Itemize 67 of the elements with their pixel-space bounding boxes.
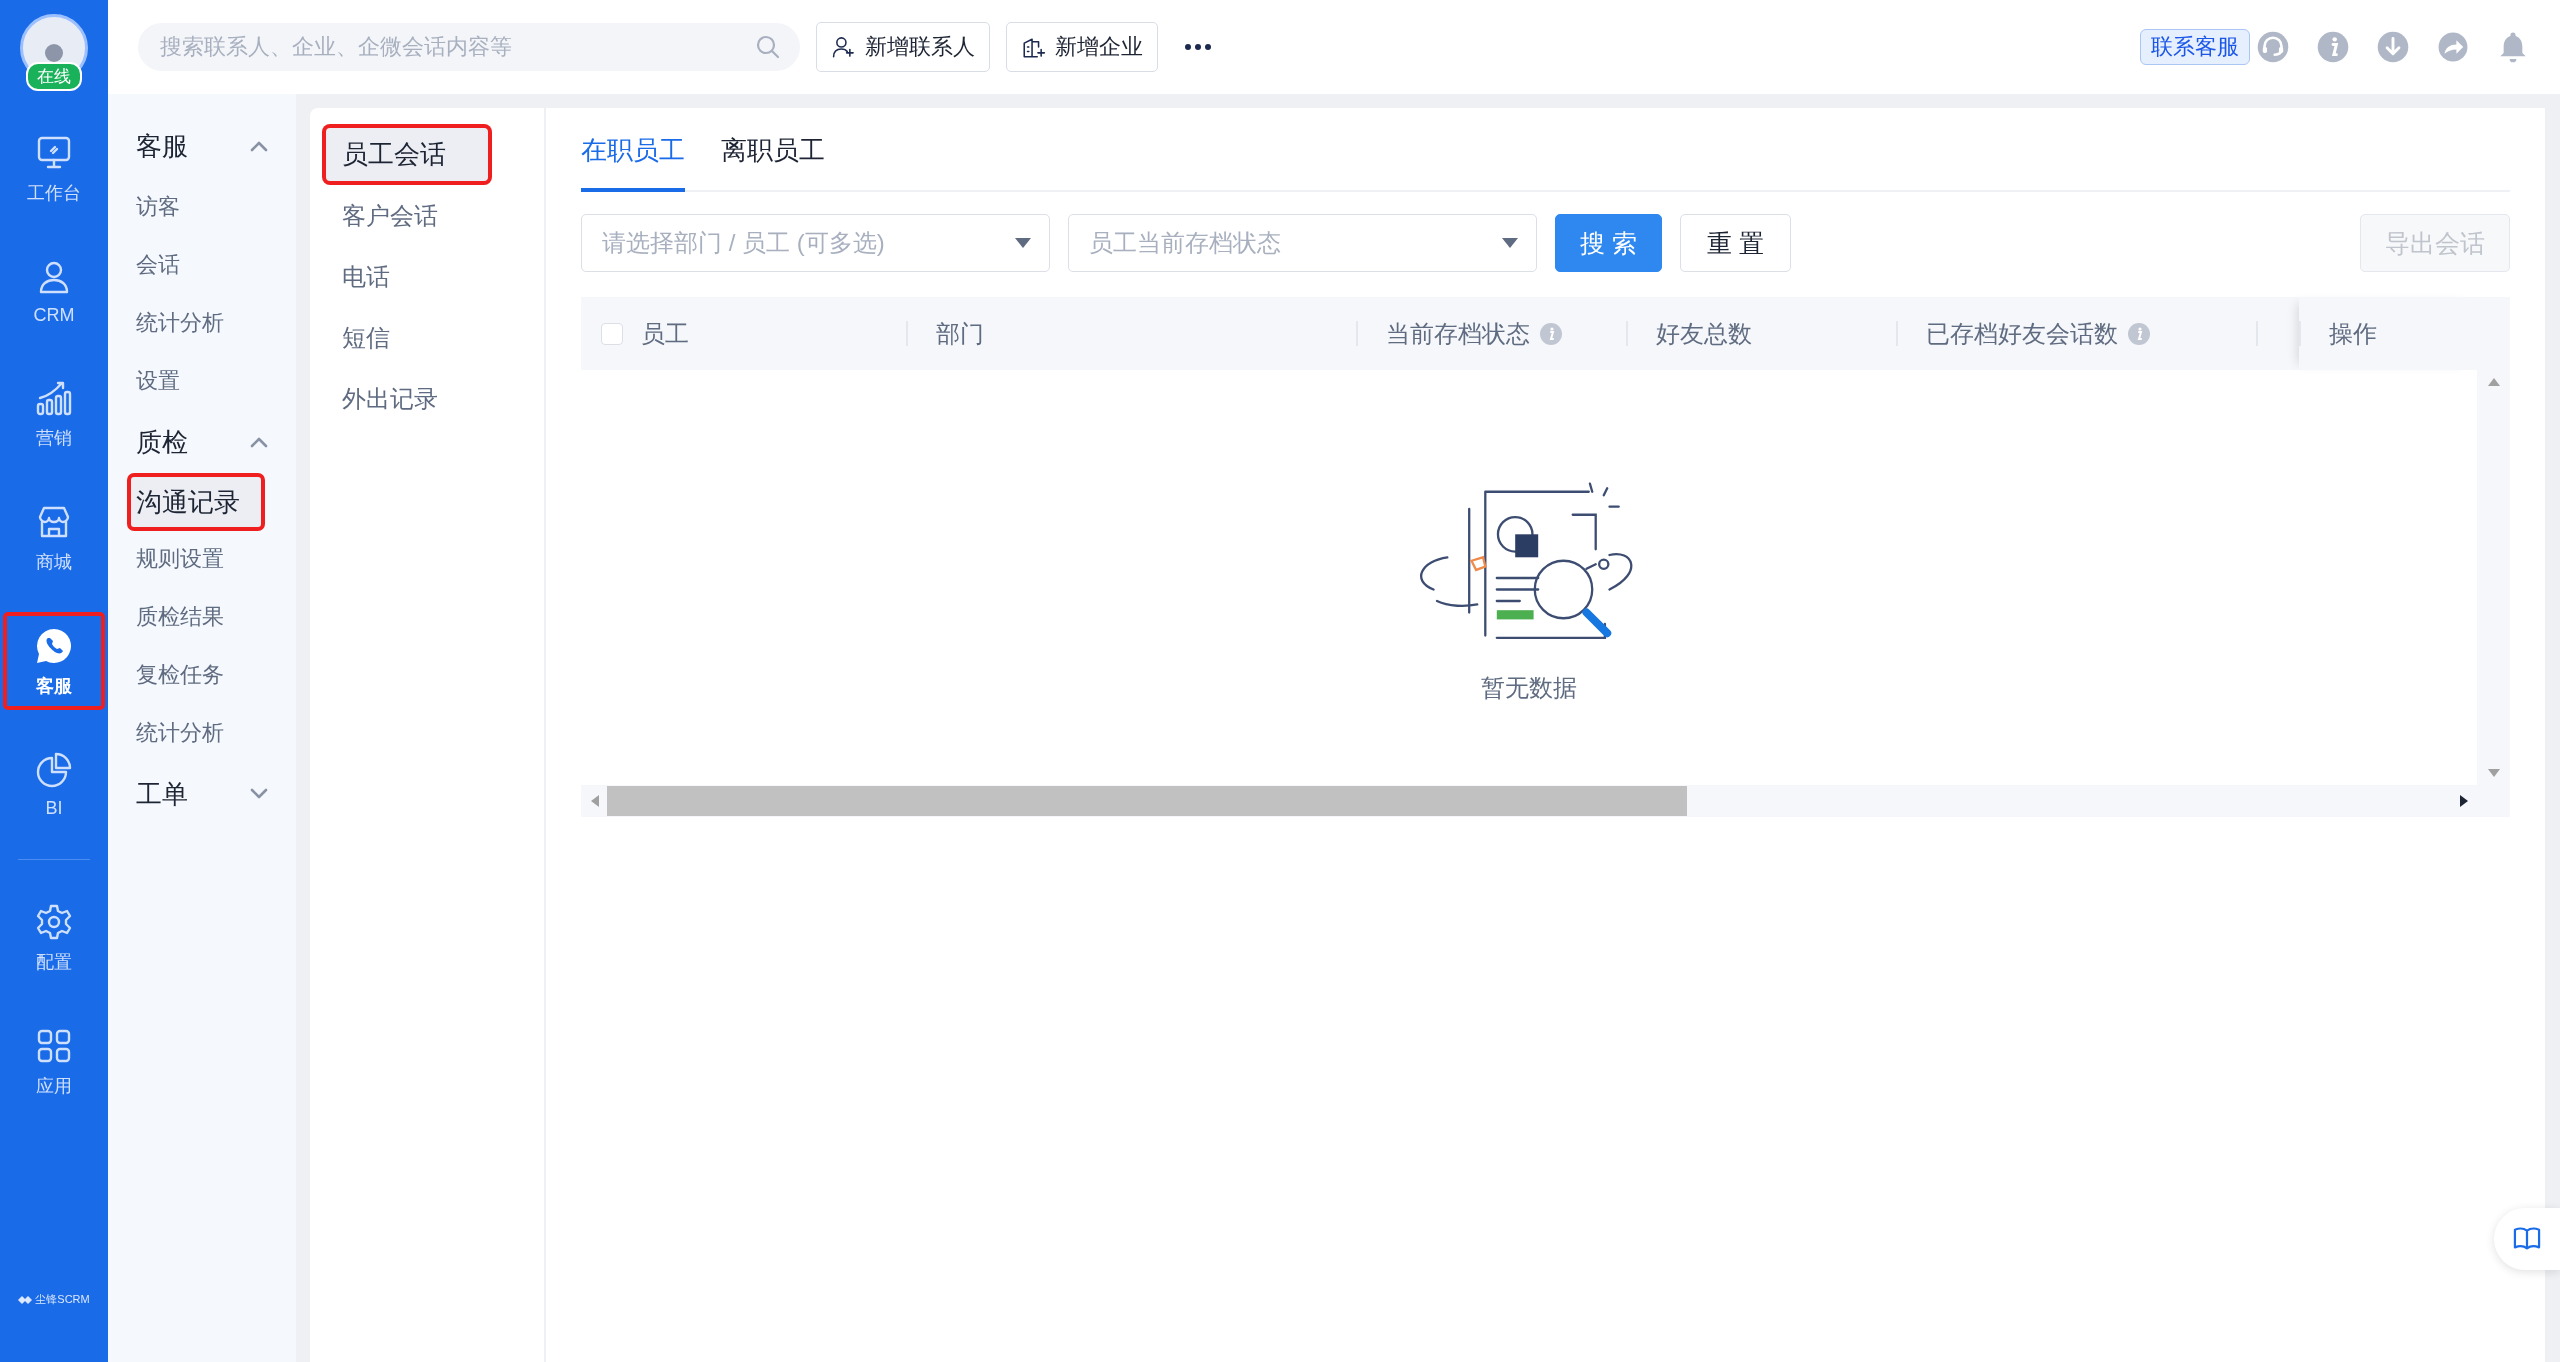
menu-item[interactable]: 规则设置 (128, 530, 286, 588)
more-icon (1184, 43, 1212, 51)
download-icon[interactable] (2376, 30, 2410, 64)
menu-item[interactable]: 沟通记录 (128, 474, 264, 530)
tab[interactable]: 离职员工 (721, 108, 825, 192)
search-icon (756, 35, 780, 59)
status-badge: 在线 (26, 62, 82, 91)
search-button[interactable]: 搜 索 (1555, 214, 1662, 272)
pie-chart-icon (34, 750, 74, 790)
headset-icon[interactable] (2256, 30, 2290, 64)
nav-item[interactable]: 营销 (5, 366, 103, 460)
brand-name: 尘锋SCRM (35, 1292, 90, 1307)
tab[interactable]: 在职员工 (581, 108, 685, 192)
column-header: 已存档好友会话数 (1926, 318, 2118, 349)
arrow-down-icon (2487, 769, 2500, 777)
nav-item[interactable]: CRM (5, 245, 103, 336)
column-header: 员工 (641, 318, 689, 349)
column-header: 部门 (936, 318, 984, 349)
arrow-up-icon (2487, 378, 2500, 386)
page-nav-item[interactable]: 客户会话 (322, 185, 532, 246)
dropdown-field[interactable]: 请选择部门 / 员工 (可多选) (600, 228, 1015, 258)
dropdown-field[interactable]: 员工当前存档状态 (1087, 228, 1502, 258)
column-header: 当前存档状态 (1386, 318, 1530, 349)
nav-item[interactable]: 配置 (5, 890, 103, 984)
support-tooltip: 联系客服 (2140, 29, 2250, 65)
search-field[interactable]: 搜索联系人、企业、企微会话内容等 (158, 33, 756, 61)
page-nav-item[interactable]: 员工会话 (322, 124, 492, 185)
select-all-checkbox[interactable] (601, 322, 623, 345)
caret-down-icon (1015, 238, 1031, 248)
book-icon (2512, 1226, 2542, 1252)
menu-item[interactable]: 复检任务 (128, 646, 286, 704)
dropdown[interactable]: 请选择部门 / 员工 (可多选) (581, 214, 1050, 272)
menu-group[interactable]: 客服 (128, 114, 286, 178)
page-nav-item[interactable]: 短信 (322, 307, 532, 368)
nav-item[interactable]: BI (5, 738, 103, 829)
nav-item[interactable]: 商城 (5, 490, 103, 584)
search-box[interactable]: 搜索联系人、企业、企微会话内容等 (138, 23, 800, 71)
page-nav-item[interactable]: 外出记录 (322, 368, 532, 429)
column-header: 好友总数 (1656, 318, 1752, 349)
info-icon[interactable] (2316, 30, 2350, 64)
gear-icon (34, 902, 74, 942)
menu-group[interactable]: 工单 (128, 762, 286, 826)
column-header: 操作 (2329, 318, 2377, 349)
page-nav-item[interactable]: 电话 (322, 246, 532, 307)
menu-item[interactable]: 设置 (128, 352, 286, 410)
menu-item[interactable]: 质检结果 (128, 588, 286, 646)
menu-item[interactable]: 统计分析 (128, 704, 286, 762)
empty-state-text: 暂无数据 (1481, 673, 1577, 703)
reset-button[interactable]: 重 置 (1679, 214, 1791, 272)
phone-bubble-icon (34, 626, 74, 666)
arrow-left-icon (591, 795, 599, 807)
toolbar-button[interactable]: 新增企业 (1006, 22, 1158, 72)
dropdown[interactable]: 员工当前存档状态 (1068, 214, 1537, 272)
menu-item[interactable]: 访客 (128, 178, 286, 236)
caret-down-icon (1502, 238, 1518, 248)
arrow-right-icon (2460, 795, 2468, 807)
logo-icon (18, 1294, 33, 1305)
guide-button[interactable] (2494, 1208, 2560, 1270)
nav-item[interactable]: 工作台 (5, 121, 103, 215)
menu-group[interactable]: 质检 (128, 410, 286, 474)
menu-item[interactable]: 会话 (128, 236, 286, 294)
nav-item[interactable]: 应用 (5, 1014, 103, 1108)
user-add-icon (831, 34, 857, 60)
toolbar-button[interactable]: 新增联系人 (816, 22, 990, 72)
nav-item[interactable]: 客服 (5, 614, 103, 708)
menu-item[interactable]: 统计分析 (128, 294, 286, 352)
scrollbar-thumb[interactable] (607, 786, 1687, 816)
